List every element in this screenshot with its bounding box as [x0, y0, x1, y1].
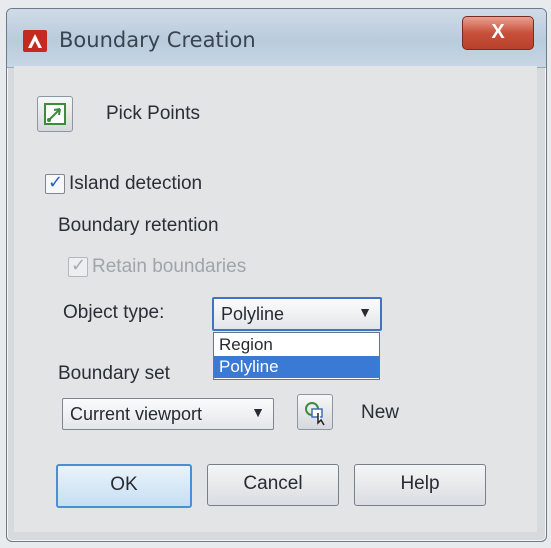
close-button[interactable]: X	[462, 16, 534, 50]
new-label: New	[361, 402, 400, 423]
select-objects-icon	[305, 402, 325, 426]
ok-button[interactable]: OK	[56, 464, 192, 508]
object-type-dropdown-list: Region Polyline	[213, 332, 380, 380]
new-boundary-set-button[interactable]	[297, 394, 333, 430]
object-type-value: Polyline	[221, 304, 285, 324]
help-button[interactable]: Help	[354, 464, 486, 506]
cancel-button[interactable]: Cancel	[207, 464, 339, 506]
chevron-down-icon: ▼	[251, 404, 265, 420]
boundary-set-value: Current viewport	[70, 404, 203, 424]
boundary-retention-heading: Boundary retention	[58, 215, 219, 236]
retain-boundaries-label: Retain boundaries	[92, 256, 247, 277]
object-type-select[interactable]: Polyline ▼	[212, 297, 382, 331]
autocad-app-icon	[23, 30, 47, 52]
boundary-set-heading: Boundary set	[58, 363, 170, 384]
pick-points-label[interactable]: Pick Points	[106, 103, 200, 125]
boundary-set-select[interactable]: Current viewport ▼	[62, 398, 274, 430]
object-type-label: Object type:	[63, 302, 165, 323]
title-bar[interactable]: Boundary Creation X	[7, 9, 546, 68]
window-title: Boundary Creation	[59, 28, 256, 52]
close-icon: X	[491, 21, 505, 43]
retain-boundaries-checkbox[interactable]: ✓	[68, 255, 88, 277]
pick-points-icon	[44, 103, 66, 125]
checkmark-icon: ✓	[48, 172, 64, 192]
checkmark-icon: ✓	[71, 255, 87, 275]
chevron-down-icon: ▼	[358, 304, 372, 320]
pick-points-button[interactable]	[37, 96, 73, 132]
island-detection-checkbox[interactable]: ✓	[45, 172, 65, 194]
option-polyline[interactable]: Polyline	[214, 356, 379, 378]
option-region[interactable]: Region	[214, 334, 379, 356]
island-detection-label[interactable]: Island detection	[69, 173, 202, 195]
